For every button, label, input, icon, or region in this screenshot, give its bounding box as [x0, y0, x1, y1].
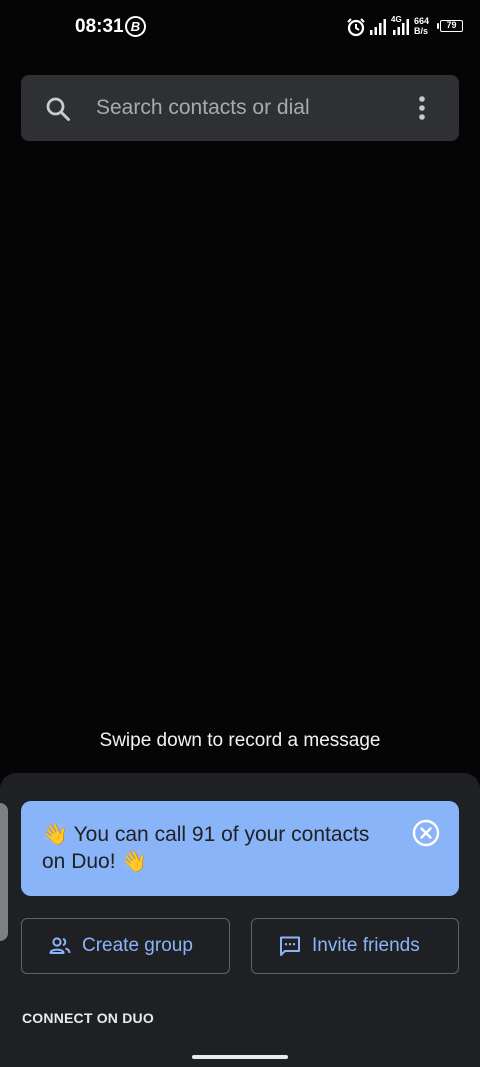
network-speed: 664 B/s	[414, 16, 429, 36]
status-bar: 08:31 B 4G 664 B/s 79	[0, 0, 480, 56]
edge-panel-handle[interactable]	[0, 803, 8, 941]
promo-text: 👋 You can call 91 of your contacts on Du…	[42, 823, 370, 873]
section-title: CONNECT ON DUO	[22, 1010, 154, 1026]
swipe-hint: Swipe down to record a message	[99, 730, 381, 751]
signal-icon	[370, 19, 386, 35]
b-badge-icon: B	[125, 16, 146, 37]
invite-friends-label: Invite friends	[312, 935, 420, 956]
close-circle-icon[interactable]	[412, 819, 440, 847]
alarm-icon	[347, 18, 365, 37]
network-speed-unit: B/s	[414, 26, 429, 36]
status-time: 08:31	[75, 16, 124, 37]
battery-icon: 79	[440, 20, 463, 32]
group-icon	[49, 937, 71, 954]
search-input[interactable]: Search contacts or dial	[96, 96, 310, 120]
battery-tip	[437, 23, 439, 29]
more-vert-icon[interactable]	[416, 95, 428, 121]
create-group-button[interactable]: Create group	[21, 918, 230, 974]
promo-banner: 👋 You can call 91 of your contacts on Du…	[21, 801, 459, 896]
create-group-label: Create group	[82, 935, 193, 956]
message-icon	[280, 936, 300, 956]
invite-friends-button[interactable]: Invite friends	[251, 918, 459, 974]
search-bar[interactable]: Search contacts or dial	[21, 75, 459, 141]
network-speed-value: 664	[414, 16, 430, 26]
gesture-nav-handle[interactable]	[192, 1055, 288, 1059]
status-icons: 4G 664 B/s 79	[344, 14, 468, 40]
search-icon[interactable]	[45, 96, 71, 122]
signal-icon	[393, 19, 409, 35]
